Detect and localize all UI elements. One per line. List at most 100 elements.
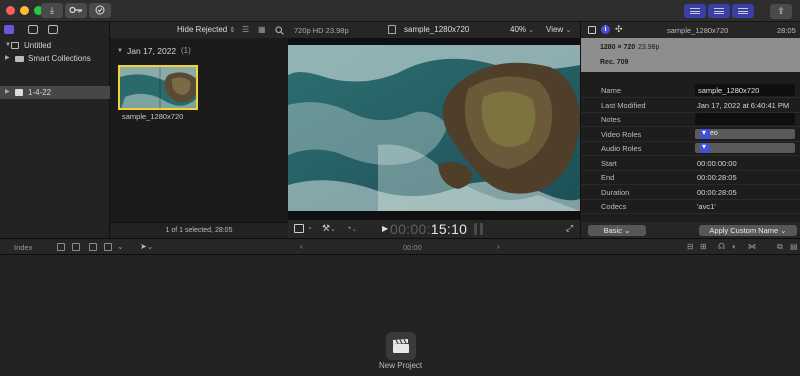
new-project-label: New Project [379, 361, 423, 370]
timecode-display: 00:00:15:10 [390, 221, 467, 237]
library-item-untitled[interactable]: ▼ Untitled [0, 39, 110, 52]
filmstrip-view-icon[interactable]: ▦ [258, 25, 266, 34]
viewer[interactable] [288, 38, 580, 219]
effects-browser-icon[interactable]: ▤ [790, 242, 798, 251]
audio-meter-icon[interactable] [474, 223, 477, 235]
timeline-index-icon[interactable]: ⧉ [777, 242, 783, 252]
search-icon[interactable] [275, 26, 284, 35]
timeline[interactable]: New Project [0, 255, 800, 376]
connect-clip-icon[interactable] [89, 243, 97, 251]
filter-popup[interactable]: Hide Rejected ⇕ [177, 25, 235, 34]
metadata-view-popup[interactable]: Basic ⌄ [588, 225, 646, 236]
expand-arrows-icon: ⤢ [566, 223, 574, 233]
chevron-down-icon: ⌄ [330, 226, 336, 233]
disclosure-closed-icon[interactable]: ▶ [5, 52, 10, 65]
headphones-icon[interactable]: ☊ [718, 242, 725, 251]
select-tool-button[interactable]: ➤⌄ [140, 242, 153, 251]
overwrite-clip-icon[interactable] [104, 243, 112, 251]
clip-appearance-icon[interactable]: ☰ [242, 25, 249, 34]
video-roles-popup[interactable]: Video [695, 128, 795, 139]
chevron-down-icon: ⌄ [146, 242, 154, 251]
share-button[interactable]: ⇪ [770, 4, 792, 19]
libraries-sidebar: ▼ Untitled ▶ Smart Collections ▶ 1-4-22 [0, 22, 110, 238]
library-item-label: Untitled [24, 41, 52, 50]
date-header: Jan 17, 2022 [127, 46, 177, 56]
view-popup[interactable]: View ⌄ [546, 25, 571, 34]
share-inspector-tab-icon[interactable]: ✣ [615, 24, 623, 35]
libraries-tab-icon[interactable] [4, 25, 14, 34]
event-icon [15, 89, 23, 96]
metadata-view-label: Basic [603, 226, 622, 235]
background-tasks-button[interactable] [89, 3, 111, 18]
last-modified-value: Jan 17, 2022 at 6:40:41 PM [697, 101, 790, 110]
chevron-right-icon: › [497, 242, 500, 251]
name-field[interactable]: sample_1280x720 [695, 84, 795, 96]
fullscreen-button[interactable]: ⤢ [566, 223, 573, 234]
chevron-down-icon [700, 128, 710, 139]
browser-status-bar: 1 of 1 selected, 28:05 [110, 222, 288, 238]
append-clip-icon[interactable] [57, 243, 65, 251]
photos-audio-tab-icon[interactable] [28, 25, 38, 34]
duration-label: Duration [601, 188, 630, 197]
audio-meter-icon[interactable] [480, 223, 483, 235]
show-timeline-button[interactable] [708, 4, 730, 18]
folder-icon [15, 56, 24, 62]
checkmark-circle-icon [95, 5, 105, 15]
audio-skimming-button[interactable]: ⊞ [700, 242, 707, 251]
titles-generators-tab-icon[interactable] [48, 25, 58, 34]
solo-button[interactable]: ◐ [732, 242, 737, 251]
show-inspector-button[interactable] [732, 4, 754, 18]
timeline-timecode: 00:00 [403, 243, 422, 252]
name-label: Name [601, 86, 622, 95]
inspector-row-start: Start 00:00:00:00 [581, 156, 800, 171]
apply-custom-name-popup[interactable]: Apply Custom Name ⌄ [699, 225, 797, 236]
codecs-label: Codecs [601, 202, 627, 211]
import-button[interactable]: ⤓ [41, 3, 63, 18]
zoom-popup[interactable]: 40% ⌄ [510, 25, 534, 34]
disclosure-open-icon[interactable]: ▼ [117, 48, 123, 54]
chevron-down-icon: ⌄ [565, 27, 572, 34]
retime-button[interactable]: ◔⌄ [346, 223, 357, 233]
clip-thumbnail[interactable] [118, 65, 198, 110]
forward-history-button[interactable]: › [497, 242, 500, 251]
snapping-button[interactable]: ⋈ [748, 242, 756, 251]
close-window-button[interactable] [6, 6, 15, 15]
minimize-window-button[interactable] [20, 6, 29, 15]
frame-rate-text: 23.98p [638, 44, 660, 51]
inspector-row-video-roles: Video Roles Video [581, 127, 800, 142]
inspector-duration: 28:05 [777, 26, 796, 35]
chevron-down-icon: ⌄ [307, 224, 313, 231]
insert-clip-icon[interactable] [72, 243, 80, 251]
inspector-row-name: Name sample_1280x720 [581, 83, 800, 98]
inspector-row-codecs: Codecs 'avc1' [581, 199, 800, 214]
notes-field[interactable] [695, 113, 795, 125]
disclosure-closed-icon[interactable]: ▶ [5, 86, 10, 99]
timeline-toolbar: Index ⌄ ➤⌄ ‹ 00:00 › ⊟ ⊞ ☊ ◐ ⋈ ⧉ ▤ [0, 238, 800, 255]
library-item-smart-collections[interactable]: ▶ Smart Collections [0, 52, 110, 65]
timeline-index-button[interactable]: Index [14, 243, 32, 252]
browser-toolbar: Hide Rejected ⇕ ☰ ▦ [110, 22, 288, 38]
library-item-event[interactable]: ▶ 1-4-22 [0, 86, 110, 99]
keywords-button[interactable] [65, 3, 87, 18]
video-roles-label: Video Roles [601, 130, 642, 139]
inspector-summary: 1280 × 720 23.98p Rec. 709 [580, 38, 800, 72]
enhancements-button[interactable]: ⚒⌄ [322, 223, 336, 234]
magic-wand-icon: ⚒ [322, 223, 331, 233]
viewer-header: 720p HD 23.98p sample_1280x720 40% ⌄ Vie… [288, 22, 580, 38]
new-project-button[interactable] [386, 332, 416, 360]
show-browser-button[interactable] [684, 4, 706, 18]
view-label: View [546, 25, 564, 34]
inspector-footer: Basic ⌄ Apply Custom Name ⌄ [580, 222, 800, 238]
chevron-down-icon[interactable]: ⌄ [117, 242, 124, 251]
pointer-arrow-icon: ➤ [140, 242, 147, 251]
end-label: End [601, 173, 615, 182]
back-history-button[interactable]: ‹ [300, 242, 303, 251]
name-value: sample_1280x720 [698, 86, 760, 95]
clip-appearance-button[interactable]: ⊟ [687, 242, 694, 251]
selection-status: 1 of 1 selected, 28:05 [165, 227, 233, 234]
audio-roles-popup[interactable] [695, 142, 795, 153]
film-inspector-tab-icon[interactable] [588, 26, 596, 34]
end-value: 00:00:28:05 [697, 173, 737, 182]
info-inspector-tab-icon[interactable]: i [601, 25, 610, 34]
play-button[interactable]: ▶ [382, 224, 388, 233]
